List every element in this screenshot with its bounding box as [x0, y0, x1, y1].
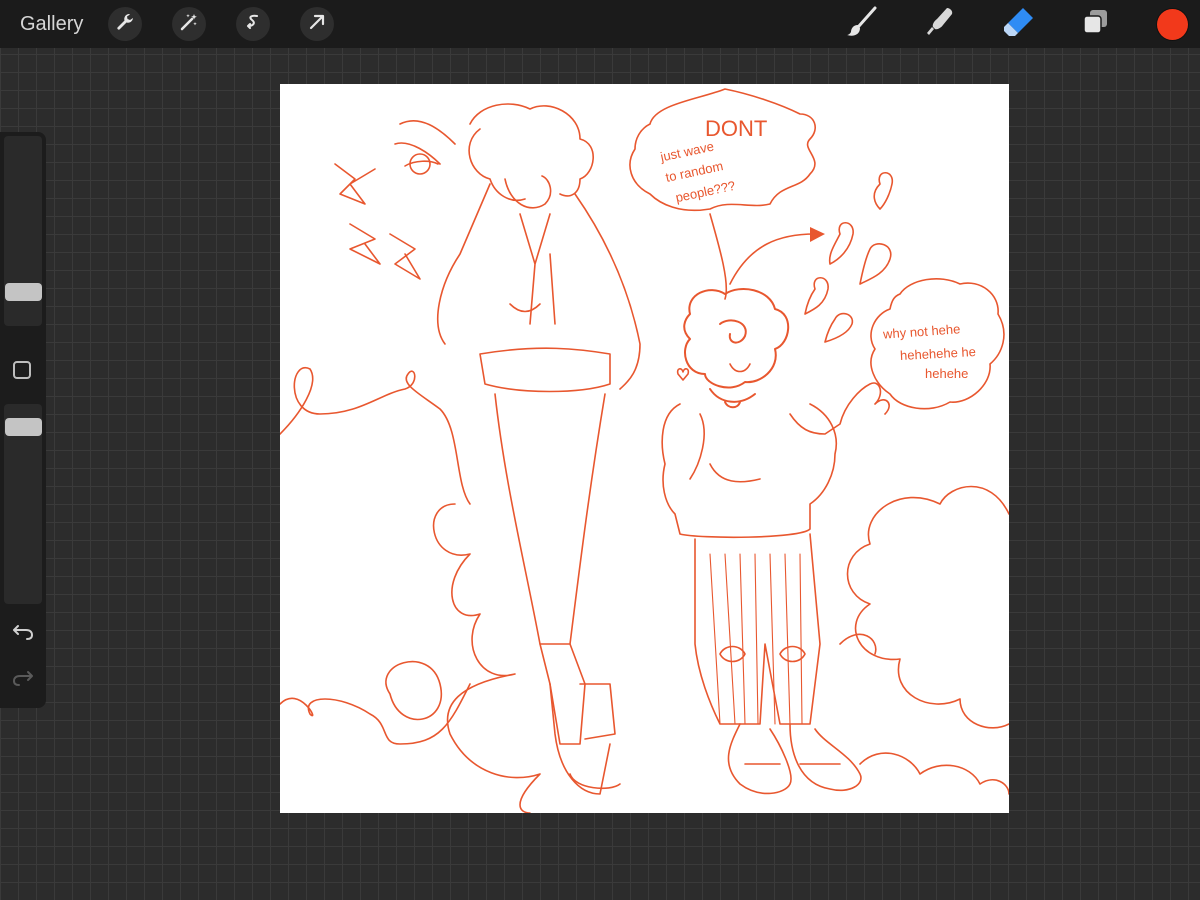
brush-size-knob[interactable]: [5, 283, 42, 301]
cloud-bottom-left: [432, 503, 541, 813]
tall-character: [437, 103, 641, 795]
cloud-bottom-right: [859, 752, 1009, 795]
selection-button[interactable]: [236, 7, 270, 41]
wiggle-marks: [394, 119, 456, 165]
brush-button[interactable]: [844, 6, 880, 42]
selection-icon: [243, 12, 263, 37]
speech-bubble-right-line3: hehehe: [925, 366, 969, 381]
redo-icon: [12, 669, 34, 692]
heart-2: [828, 221, 854, 265]
swirl-line-left: [280, 367, 471, 505]
magic-wand-icon: [179, 12, 199, 37]
undo-button[interactable]: [10, 621, 36, 647]
cloud-loop: [385, 660, 443, 721]
planet-doodle: [409, 153, 431, 175]
redo-button[interactable]: [10, 667, 36, 693]
transform-button[interactable]: [300, 7, 334, 41]
small-heart: [676, 368, 690, 381]
eraser-icon: [1001, 5, 1035, 44]
opacity-knob[interactable]: [5, 418, 42, 436]
smudge-button[interactable]: [922, 6, 958, 42]
smudge-icon: [923, 5, 957, 44]
short-character: [661, 288, 890, 795]
color-picker-button[interactable]: [1157, 9, 1188, 40]
brush-icon: [845, 5, 879, 44]
zigzag-2: [349, 223, 381, 265]
speech-bubble-top-line1: DONT: [705, 116, 768, 141]
gallery-button[interactable]: Gallery: [20, 13, 83, 36]
speech-bubble-right-outline: [870, 278, 1005, 410]
left-sidebar: [0, 132, 46, 708]
layers-icon: [1081, 7, 1111, 42]
modify-button[interactable]: [13, 361, 31, 379]
sketch-drawing: [280, 88, 1009, 813]
eraser-button[interactable]: [1000, 6, 1036, 42]
arrow-head: [810, 227, 825, 242]
heart-1: [873, 171, 893, 210]
undo-icon: [12, 623, 34, 646]
adjustments-button[interactable]: [172, 7, 206, 41]
heart-5: [824, 312, 854, 343]
heart-3: [859, 243, 892, 285]
zigzag-1: [334, 163, 376, 205]
actions-button[interactable]: [108, 7, 142, 41]
top-toolbar: Gallery: [0, 0, 1200, 48]
transform-arrow-icon: [307, 12, 327, 37]
zigzag-3: [389, 233, 421, 280]
cloud-right: [846, 485, 1009, 729]
heart-4: [804, 276, 829, 315]
wrench-icon: [115, 12, 135, 37]
layers-button[interactable]: [1078, 6, 1114, 42]
drawing-canvas[interactable]: DONT just wave to random people??? why n…: [280, 84, 1009, 813]
